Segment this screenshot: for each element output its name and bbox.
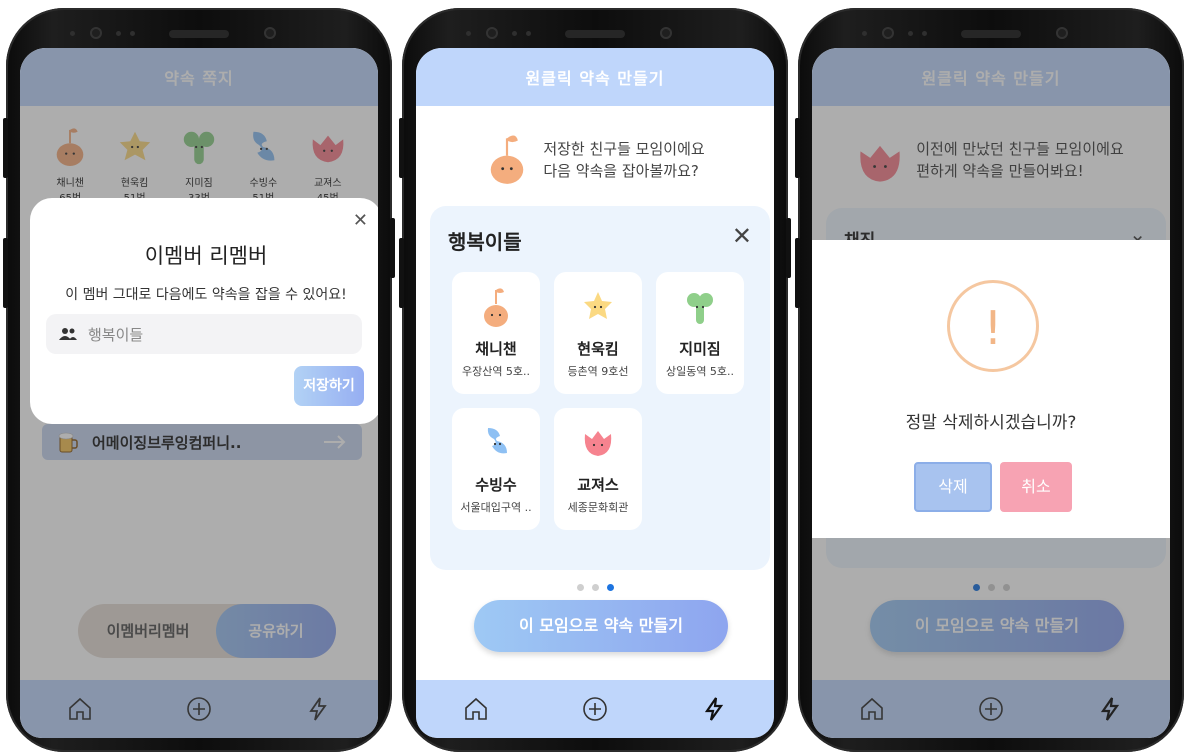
front-camera-icon [90,27,102,39]
group-name-input[interactable]: 행복이들 [46,314,362,354]
sensor-icon [1056,27,1068,39]
close-icon[interactable]: ✕ [732,222,752,250]
modal-title: 이멤버 리멤버 [144,244,268,268]
group-name-value: 행복이들 [88,325,144,344]
member-station: 서울대입구역 .. [460,501,532,514]
screen-1: 약속 쪽지 채니챈 65번 현욱킴 51번 [20,48,378,738]
header-title: 원클릭 약속 만들기 [525,69,665,88]
member-card[interactable]: 채니챈 우장산역 5호.. [452,272,540,394]
delete-button[interactable]: 삭제 [914,462,992,512]
bottom-tab-bar [416,680,774,738]
phone-frame-2: 원클릭 약속 만들기 저장한 친구들 모임이에요 다음 약속을 잡아볼까요? 행… [399,8,791,752]
lightning-character-icon [487,428,507,454]
sprout-character-icon [484,288,508,327]
member-card[interactable]: 교져스 세종문화회관 [554,408,642,530]
member-card[interactable]: 현욱킴 등촌역 9호선 [554,272,642,394]
screen-2: 원클릭 약속 만들기 저장한 친구들 모임이에요 다음 약속을 잡아볼까요? 행… [416,48,774,738]
sensor-icon [660,27,672,39]
intro-line-2: 다음 약속을 잡아볼까요? [543,162,699,180]
add-circle-icon[interactable] [581,695,609,723]
app-header: 원클릭 약속 만들기 [416,48,774,106]
home-icon[interactable] [462,695,490,723]
dialog-question: 정말 삭제하시겠습니까? [905,413,1077,433]
phone-frame-3: 원클릭 약속 만들기 이전에 만났던 친구들 모임이에요 편하게 약속을 만들어… [795,8,1184,752]
remember-member-modal: ✕ 이멤버 리멤버 이 멤버 그대로 다음에도 약속을 잡을 수 있어요! 행복… [30,198,378,424]
member-name: 현욱킴 [577,340,619,358]
member-station: 세종문화회관 [567,501,629,514]
front-camera-icon [882,27,894,39]
make-appointment-button[interactable]: 이 모임으로 약속 만들기 [474,600,728,652]
phone-frame-1: 약속 쪽지 채니챈 65번 현욱킴 51번 [3,8,395,752]
clover-character-icon [687,293,713,324]
warning-icon: ! [947,280,1039,372]
member-name: 수빙수 [475,476,517,494]
member-name: 교져스 [577,476,619,494]
save-button[interactable]: 저장하기 [294,366,364,406]
sprout-character-icon [491,135,524,184]
member-station: 우장산역 5호.. [461,365,531,378]
lightning-icon[interactable] [700,695,728,723]
intro-message: 저장한 친구들 모임이에요 다음 약속을 잡아볼까요? [416,134,774,186]
member-card[interactable]: 지미짐 상일동역 5호.. [656,272,744,394]
group-panel: 행복이들 ✕ 채니챈 우장산역 5호.. 현욱킴 등촌역 9호선 지미짐 상일동… [430,206,770,570]
sensor-icon [264,27,276,39]
star-character-icon [584,292,612,319]
tulip-character-icon [584,431,612,456]
close-icon[interactable]: ✕ [353,210,368,231]
page-indicator [416,584,774,591]
intro-line-1: 저장한 친구들 모임이에요 [543,140,705,158]
member-name: 채니챈 [475,340,517,358]
people-icon [59,328,77,340]
modal-description: 이 멤버 그대로 다음에도 약속을 잡을 수 있어요! [65,287,347,303]
member-card[interactable]: 수빙수 서울대입구역 .. [452,408,540,530]
screen-3: 원클릭 약속 만들기 이전에 만났던 친구들 모임이에요 편하게 약속을 만들어… [812,48,1170,738]
front-camera-icon [486,27,498,39]
page-dot[interactable] [591,584,599,591]
group-title: 행복이들 [448,230,522,254]
page-dot-active[interactable] [606,584,614,591]
cancel-button[interactable]: 취소 [1000,462,1072,512]
page-dot[interactable] [576,584,584,591]
member-station: 상일동역 5호.. [665,365,735,378]
member-name: 지미짐 [679,340,721,358]
member-station: 등촌역 9호선 [567,365,629,378]
delete-confirm-dialog: ! 정말 삭제하시겠습니까? 삭제 취소 [812,240,1170,538]
